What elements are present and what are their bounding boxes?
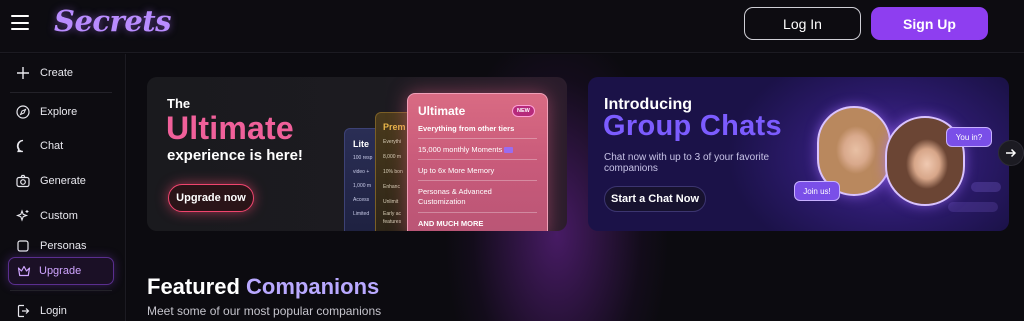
group-chats-banner[interactable]: Introducing Group Chats Chat now with up… xyxy=(588,77,1009,231)
sidebar-item-explore[interactable]: Explore xyxy=(0,97,125,127)
sidebar-item-chat[interactable]: Chat xyxy=(0,131,125,161)
divider xyxy=(418,138,537,139)
sidebar-item-label: Chat xyxy=(40,140,64,152)
sidebar-item-label: Generate xyxy=(40,175,86,187)
sidebar-item-login[interactable]: Login xyxy=(0,296,125,321)
new-badge: NEW xyxy=(512,105,535,117)
signup-button[interactable]: Sign Up xyxy=(871,7,988,40)
sparkle-icon xyxy=(16,209,29,222)
sidebar-item-label: Create xyxy=(40,67,74,79)
ultimate-banner[interactable]: The Ultimate experience is here! Upgrade… xyxy=(147,77,567,231)
section-title-main: Featured xyxy=(147,274,240,299)
banner-pretitle: The xyxy=(167,96,191,111)
sidebar-item-label: Upgrade xyxy=(39,265,82,277)
section-title: Featured Companions xyxy=(147,274,379,300)
login-icon xyxy=(17,304,30,318)
divider xyxy=(10,290,112,291)
sidebar-item-custom[interactable]: Custom xyxy=(0,201,125,231)
moments-icon xyxy=(504,147,514,154)
tier-line: 15,000 monthly Moments xyxy=(418,145,537,154)
sidebar-item-generate[interactable]: Generate xyxy=(0,166,125,196)
section-subtitle: Meet some of our most popular companions xyxy=(147,304,382,318)
sidebar: Create Explore Chat Generate Custom Pers… xyxy=(0,54,126,321)
compass-icon xyxy=(16,105,30,119)
start-chat-button[interactable]: Start a Chat Now xyxy=(604,186,706,212)
decoration xyxy=(948,202,998,212)
sidebar-item-label: Login xyxy=(40,305,67,317)
upgrade-now-button[interactable]: Upgrade now xyxy=(168,184,254,212)
sidebar-item-personas[interactable]: Personas xyxy=(0,235,125,257)
tier-line: Personas & Advanced Customization xyxy=(418,187,492,206)
sidebar-item-create[interactable]: Create xyxy=(0,58,125,88)
top-bar: Secrets Log In Sign Up xyxy=(0,0,1024,53)
banner-headline: Ultimate xyxy=(166,110,294,146)
plus-icon xyxy=(17,67,29,79)
decoration xyxy=(971,182,1001,192)
chat-bubble: Join us! xyxy=(794,181,840,201)
sidebar-item-label: Personas xyxy=(40,240,87,252)
tier-line: Everything from other tiers xyxy=(418,124,515,133)
persona-icon xyxy=(17,240,29,252)
banner-headline: Group Chats xyxy=(603,110,782,142)
arrow-right-icon xyxy=(1006,148,1017,158)
divider xyxy=(418,180,537,181)
camera-icon xyxy=(16,174,30,188)
sidebar-item-label: Custom xyxy=(40,210,78,222)
logo[interactable]: Secrets xyxy=(54,4,172,38)
divider xyxy=(418,159,537,160)
menu-icon[interactable] xyxy=(11,15,29,30)
divider xyxy=(10,92,112,93)
crown-icon xyxy=(17,265,31,277)
tier-line: AND MUCH MORE xyxy=(418,219,484,228)
chat-bubble-icon xyxy=(16,139,24,153)
tier-line: Up to 6x More Memory xyxy=(418,166,495,175)
next-slide-button[interactable] xyxy=(998,140,1024,166)
banner-subtitle: experience is here! xyxy=(167,147,303,164)
main-content: The Ultimate experience is here! Upgrade… xyxy=(127,54,1024,321)
login-button[interactable]: Log In xyxy=(744,7,861,40)
sidebar-item-label: Explore xyxy=(40,106,78,118)
sidebar-item-upgrade[interactable]: Upgrade xyxy=(8,257,114,285)
chat-bubble: You in? xyxy=(946,127,992,147)
divider xyxy=(418,212,537,213)
banner-subtitle: Chat now with up to 3 of your favorite c… xyxy=(604,152,770,174)
tier-card-ultimate: Ultimate NEW Everything from other tiers… xyxy=(407,93,548,231)
section-title-highlight: Companions xyxy=(246,274,380,299)
